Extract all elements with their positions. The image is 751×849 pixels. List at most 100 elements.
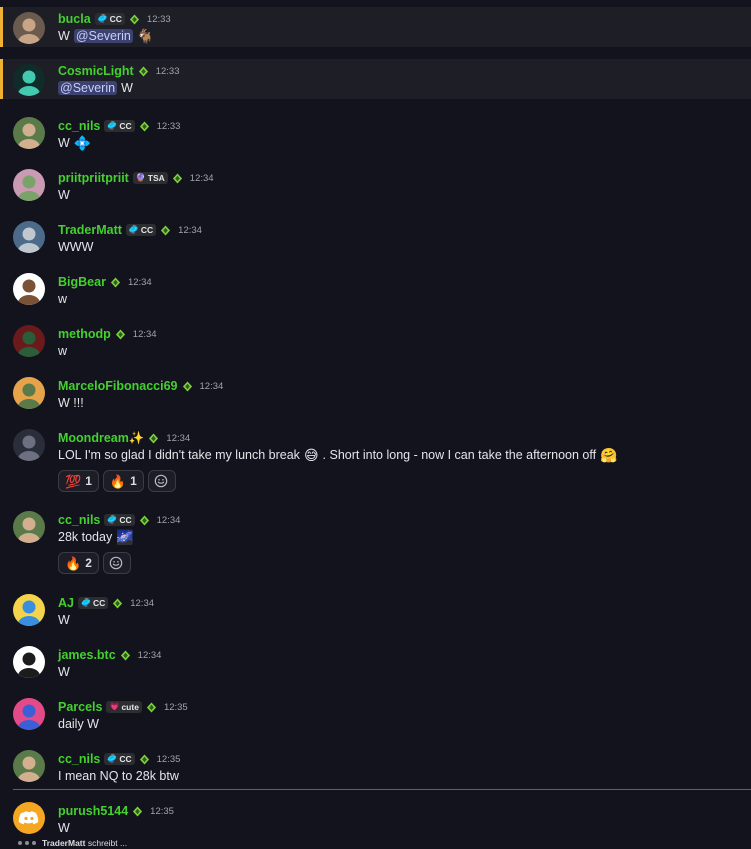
timestamp[interactable]: 12:35	[157, 754, 181, 765]
message-row[interactable]: james.btc 12:34 W	[0, 637, 751, 689]
tag-emoji-icon: 🔮	[135, 173, 146, 182]
add-reaction-icon	[109, 556, 123, 570]
message-row[interactable]: BigBear 12:34 w	[0, 264, 751, 316]
username[interactable]: Parcels	[58, 700, 102, 714]
username[interactable]: cc_nils	[58, 513, 100, 527]
message-row[interactable]: priitpriitpriit 🔮 TSA 12:34 W	[0, 160, 751, 212]
timestamp[interactable]: 12:33	[157, 121, 181, 132]
emoji-icon[interactable]: 💠	[74, 136, 91, 150]
username[interactable]: james.btc	[58, 648, 116, 662]
timestamp[interactable]: 12:34	[130, 598, 154, 609]
message-content: W	[58, 819, 70, 837]
username[interactable]: purush5144	[58, 804, 128, 818]
server-tag-badge[interactable]: 💗 cute	[106, 701, 142, 713]
role-diamond-icon	[112, 597, 123, 609]
message-text: W	[58, 188, 70, 202]
server-tag-badge[interactable]: 🥏 CC	[104, 753, 135, 765]
timestamp[interactable]: 12:35	[150, 806, 174, 817]
reaction-button[interactable]: 💯 1	[58, 470, 99, 492]
message-row[interactable]: Moondream✨ 12:34 LOL I'm so glad I didn't …	[0, 420, 751, 502]
tag-emoji-icon: 🥏	[107, 121, 118, 130]
message-row[interactable]: cc_nils 🥏 CC 12:35 I mean NQ to 28k btw	[0, 741, 751, 789]
user-mention[interactable]: @Severin	[73, 29, 133, 43]
add-reaction-button[interactable]	[147, 470, 176, 492]
tag-label: cute	[121, 702, 139, 712]
avatar[interactable]	[13, 221, 45, 253]
server-tag-badge[interactable]: 🥏 CC	[125, 224, 157, 236]
timestamp[interactable]: 12:34	[133, 329, 157, 340]
avatar[interactable]	[13, 169, 45, 201]
username[interactable]: methodp	[58, 327, 111, 341]
avatar[interactable]	[13, 750, 45, 782]
message-content: daily W	[58, 715, 99, 733]
emoji-icon[interactable]: 😅	[304, 448, 319, 462]
user-mention[interactable]: @Severin	[58, 81, 118, 95]
message-row[interactable]: cc_nils 🥏 CC 12:34 28k today 🌌 🔥 2	[0, 502, 751, 585]
message-row[interactable]: CosmicLight 12:33 @Severin W	[0, 59, 751, 99]
avatar[interactable]	[13, 646, 45, 678]
timestamp[interactable]: 12:34	[190, 173, 214, 184]
username[interactable]: bucla	[58, 12, 91, 26]
server-tag-badge[interactable]: 🥏 CC	[104, 120, 135, 132]
avatar[interactable]	[13, 117, 45, 149]
avatar[interactable]	[13, 273, 45, 305]
message-text: 28k today	[58, 530, 113, 544]
emoji-icon[interactable]: 🐐	[137, 29, 154, 43]
reaction-emoji-icon: 🔥	[65, 555, 82, 571]
username[interactable]: TraderMatt	[58, 223, 122, 237]
message-text: W	[58, 665, 70, 679]
server-tag-badge[interactable]: 🥏 CC	[104, 514, 135, 526]
message-text: w	[58, 344, 68, 358]
timestamp[interactable]: 12:34	[178, 225, 202, 236]
avatar[interactable]	[13, 377, 45, 409]
username[interactable]: AJ	[58, 596, 74, 610]
reaction-count: 1	[85, 474, 92, 488]
message-row[interactable]: cc_nils 🥏 CC 12:33 W 💠	[0, 108, 751, 160]
avatar[interactable]	[13, 594, 45, 626]
emoji-icon[interactable]: 🌌	[116, 530, 133, 544]
timestamp[interactable]: 12:34	[200, 381, 224, 392]
server-tag-badge[interactable]: 🔮 TSA	[132, 172, 168, 184]
message-text: W	[58, 821, 70, 835]
avatar[interactable]	[13, 429, 45, 461]
message-row[interactable]: methodp 12:34 w	[0, 316, 751, 368]
username[interactable]: CosmicLight	[58, 64, 134, 78]
timestamp[interactable]: 12:34	[128, 277, 152, 288]
timestamp[interactable]: 12:33	[147, 14, 171, 25]
username[interactable]: priitpriitpriit	[58, 171, 129, 185]
server-tag-badge[interactable]: 🥏 CC	[77, 597, 109, 609]
username[interactable]: Moondream✨	[58, 431, 144, 446]
timestamp[interactable]: 12:34	[138, 650, 162, 661]
message-row[interactable]: MarceloFibonacci69 12:34 W !!!	[0, 368, 751, 420]
username[interactable]: cc_nils	[58, 752, 100, 766]
avatar[interactable]	[13, 64, 45, 96]
message-row[interactable]: bucla 🥏 CC 12:33 W @Severin 🐐	[0, 7, 751, 47]
role-diamond-icon	[138, 65, 149, 77]
message-row[interactable]: Parcels 💗 cute 12:35 daily W	[0, 689, 751, 741]
username[interactable]: MarceloFibonacci69	[58, 379, 178, 393]
timestamp[interactable]: 12:33	[156, 66, 180, 77]
reaction-count: 1	[130, 474, 137, 488]
reaction-button[interactable]: 🔥 2	[58, 552, 99, 574]
emoji-icon[interactable]: 🤗	[600, 448, 617, 462]
avatar[interactable]	[13, 698, 45, 730]
avatar[interactable]	[13, 802, 45, 834]
tag-label: CC	[119, 515, 132, 525]
timestamp[interactable]: 12:34	[166, 433, 190, 444]
timestamp[interactable]: 12:35	[164, 702, 188, 713]
message-row[interactable]: TraderMatt 🥏 CC 12:34 WWW	[0, 212, 751, 264]
avatar[interactable]	[13, 12, 45, 44]
chat-message-list: bucla 🥏 CC 12:33 W @Severin 🐐 CosmicLight 12:33 @…	[0, 0, 751, 849]
message-row[interactable]: purush5144 12:35 W	[0, 793, 751, 841]
reaction-button[interactable]: 🔥 1	[102, 470, 144, 492]
message-row[interactable]: AJ 🥏 CC 12:34 W	[0, 585, 751, 637]
server-tag-badge[interactable]: 🥏 CC	[94, 13, 125, 25]
add-reaction-button[interactable]	[102, 552, 131, 574]
avatar[interactable]	[13, 511, 45, 543]
tag-emoji-icon: 🥏	[80, 598, 91, 607]
username[interactable]: BigBear	[58, 275, 106, 289]
timestamp[interactable]: 12:34	[157, 515, 181, 526]
username[interactable]: cc_nils	[58, 119, 100, 133]
avatar[interactable]	[13, 325, 45, 357]
role-diamond-icon	[120, 649, 131, 661]
